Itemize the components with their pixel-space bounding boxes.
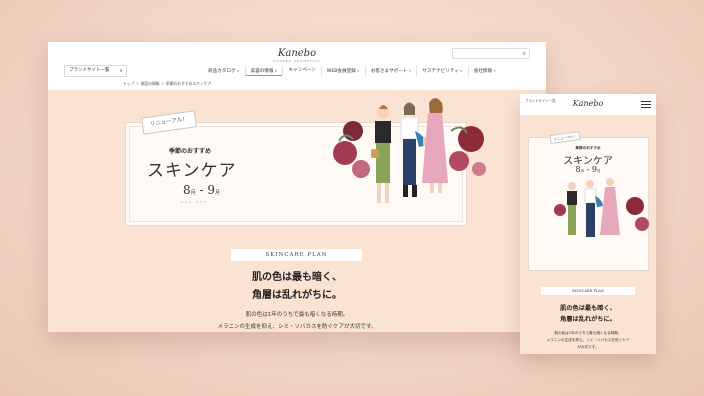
chevron-down-icon: ∨ xyxy=(119,68,123,74)
global-nav: 商品カタログ∨ 美容の情報∨ キャンペーン WEB会員登録∨ お客さまサポート∨… xyxy=(203,66,501,76)
breadcrumb[interactable]: トップ ＞ 美容の情報 ＞ 季節のおすすめスキンケア xyxy=(123,81,211,87)
nav-item-campaign[interactable]: キャンペーン xyxy=(282,66,320,76)
hero-months: 8月 - 9月 xyxy=(575,165,601,174)
nav-item-beauty-info[interactable]: 美容の情報∨ xyxy=(244,66,283,76)
nav-item-catalog[interactable]: 商品カタログ∨ xyxy=(203,66,245,76)
hero-subtitle: 季節のおすすめ xyxy=(169,148,212,155)
hamburger-icon[interactable] xyxy=(641,101,651,108)
headline-line-1: 肌の色は最も暗く、 xyxy=(560,305,616,312)
search-icon[interactable]: ⌕ xyxy=(523,50,526,58)
body-text-line-1: 肌の色は1年のうちで最も暗くなる時期。 xyxy=(245,312,349,318)
nav-item-support[interactable]: お客さまサポート∨ xyxy=(364,66,417,76)
hero-months: 8月 - 9月 xyxy=(183,183,220,197)
skincare-plan-label: SKINCARE PLAN xyxy=(231,249,362,261)
main-content: リニューアル！ 季節のおすすめ スキンケア 8月 - 9月 AUG SEP SK… xyxy=(48,90,546,332)
mobile-header: ブランドサイト一覧 Kanebo xyxy=(520,94,656,115)
chevron-down-icon: ∨ xyxy=(459,68,463,73)
hero-banner: リニューアル！ 季節のおすすめ スキンケア 8月 - 9月 AUG SEP xyxy=(125,98,486,226)
nav-item-web-member[interactable]: WEB会員登録∨ xyxy=(320,66,365,76)
search-input[interactable]: ⌕ xyxy=(452,48,530,59)
hero-illustration xyxy=(554,178,649,237)
headline-line-1: 肌の色は最も暗く、 xyxy=(252,272,342,283)
logo-subtext: KANEBO COSMETICS xyxy=(273,59,321,63)
brand-site-select[interactable]: ブランドサイト一覧 ∨ xyxy=(64,65,127,77)
body-text-line-3: が大切です。 xyxy=(577,345,599,349)
headline-line-2: 角層は乱れがちに。 xyxy=(560,316,616,323)
body-text-line-2: メラニンの生成を抑え、シミ・ソバカスを防ぐケアが大切です。 xyxy=(217,324,377,330)
body-text-line-2: メラニンの生成を抑え、シミ・ソバカスを防ぐケア xyxy=(546,338,630,342)
hero-illustration xyxy=(333,98,486,203)
skincare-plan-label: SKINCARE PLAN xyxy=(541,287,635,295)
nav-item-company[interactable]: 会社情報∨ xyxy=(467,66,501,76)
hero-month-labels: AUG SEP xyxy=(181,200,209,204)
brand-site-label: ブランドサイト一覧 xyxy=(69,68,110,73)
headline-line-2: 角層は乱れがちに。 xyxy=(252,290,342,301)
hero-title: スキンケア xyxy=(147,161,237,181)
body-text-line-1: 肌の色は1年のうちで最も暗くなる時期。 xyxy=(554,331,622,335)
chevron-down-icon: ∨ xyxy=(408,68,412,73)
desktop-preview: Kanebo KANEBO COSMETICS ⌕ ブランドサイト一覧 ∨ 商品… xyxy=(48,42,546,332)
chevron-down-icon: ∨ xyxy=(493,68,497,73)
chevron-down-icon: ∨ xyxy=(236,68,240,73)
chevron-down-icon: ∨ xyxy=(274,68,278,73)
mobile-preview: ブランドサイト一覧 Kanebo リニューアル！ 季節のおすすめ スキンケア 8… xyxy=(520,94,656,354)
kanebo-logo[interactable]: Kanebo xyxy=(520,99,656,108)
hero-subtitle: 季節のおすすめ xyxy=(575,146,601,150)
nav-item-sustainability[interactable]: サステナビリティ∨ xyxy=(416,66,467,76)
site-header: Kanebo KANEBO COSMETICS ⌕ ブランドサイト一覧 ∨ 商品… xyxy=(48,42,546,90)
chevron-down-icon: ∨ xyxy=(356,68,360,73)
